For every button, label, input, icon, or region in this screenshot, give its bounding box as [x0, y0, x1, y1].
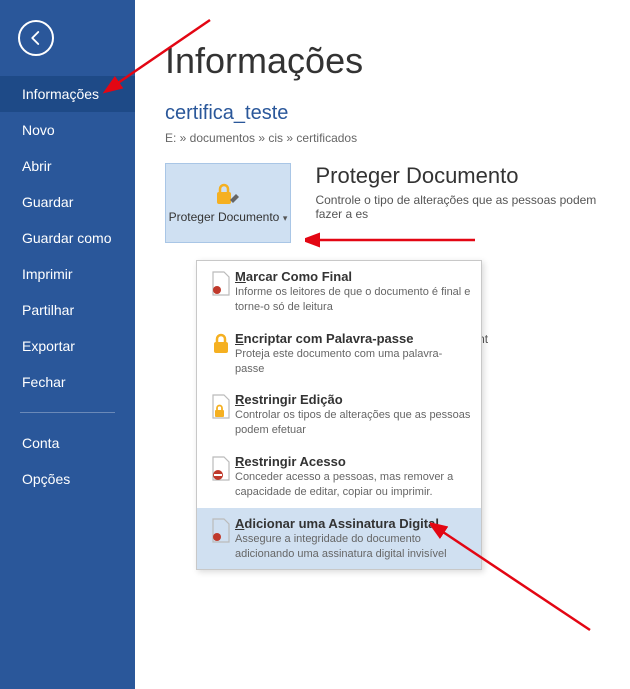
arrow-left-icon [27, 29, 45, 47]
backstage-sidebar: Informações Novo Abrir Guardar Guardar c… [0, 0, 135, 689]
sidebar-item-guardar[interactable]: Guardar [0, 184, 135, 220]
dropdown-item-title: Restringir Edição [235, 392, 471, 407]
protect-section-title: Proteger Documento [315, 163, 615, 189]
lock-key-icon [213, 182, 243, 208]
dropdown-mark-as-final[interactable]: Marcar Como FinalInforme os leitores de … [197, 261, 481, 323]
document-signature-icon [210, 518, 232, 544]
sidebar-item-conta[interactable]: Conta [0, 425, 135, 461]
back-button[interactable] [18, 20, 54, 56]
sidebar-item-partilhar[interactable]: Partilhar [0, 292, 135, 328]
dropdown-item-desc: Informe os leitores de que o documento é… [235, 285, 471, 315]
sidebar-separator [20, 412, 115, 413]
sidebar-item-fechar[interactable]: Fechar [0, 364, 135, 400]
dropdown-item-desc: Proteja este documento com uma palavra-p… [235, 347, 471, 377]
sidebar-item-guardar-como[interactable]: Guardar como [0, 220, 135, 256]
page-title: Informações [165, 40, 630, 82]
sidebar-item-abrir[interactable]: Abrir [0, 148, 135, 184]
document-final-icon [210, 271, 232, 297]
dropdown-arrow-icon: ▾ [280, 213, 287, 223]
protect-section-desc: Controle o tipo de alterações que as pes… [315, 193, 615, 221]
document-no-entry-icon [210, 456, 232, 482]
dropdown-restrict-editing[interactable]: Restringir EdiçãoControlar os tipos de a… [197, 384, 481, 446]
dropdown-item-title: Adicionar uma Assinatura Digital [235, 516, 471, 531]
document-path: E: » documentos » cis » certificados [165, 131, 630, 145]
dropdown-item-title: Encriptar com Palavra-passe [235, 331, 471, 346]
main-panel: Informações certifica_teste E: » documen… [135, 0, 630, 243]
dropdown-add-digital-signature[interactable]: Adicionar uma Assinatura DigitalAssegure… [197, 508, 481, 570]
protect-document-dropdown: Marcar Como FinalInforme os leitores de … [196, 260, 482, 570]
sidebar-item-exportar[interactable]: Exportar [0, 328, 135, 364]
document-lock-icon [210, 394, 232, 420]
sidebar-item-informacoes[interactable]: Informações [0, 76, 135, 112]
dropdown-item-desc: Conceder acesso a pessoas, mas remover a… [235, 470, 471, 500]
protect-button-label: Proteger Documento [169, 210, 280, 224]
lock-icon [210, 333, 232, 355]
sidebar-item-imprimir[interactable]: Imprimir [0, 256, 135, 292]
dropdown-item-title: Marcar Como Final [235, 269, 471, 284]
sidebar-item-opcoes[interactable]: Opções [0, 461, 135, 497]
dropdown-item-desc: Controlar os tipos de alterações que as … [235, 408, 471, 438]
document-name: certifica_teste [165, 102, 630, 125]
sidebar-item-novo[interactable]: Novo [0, 112, 135, 148]
dropdown-restrict-access[interactable]: Restringir AcessoConceder acesso a pesso… [197, 446, 481, 508]
dropdown-encrypt-password[interactable]: Encriptar com Palavra-passeProteja este … [197, 323, 481, 385]
protect-document-button[interactable]: Proteger Documento ▾ [165, 163, 291, 243]
dropdown-item-desc: Assegure a integridade do documento adic… [235, 532, 471, 562]
dropdown-item-title: Restringir Acesso [235, 454, 471, 469]
